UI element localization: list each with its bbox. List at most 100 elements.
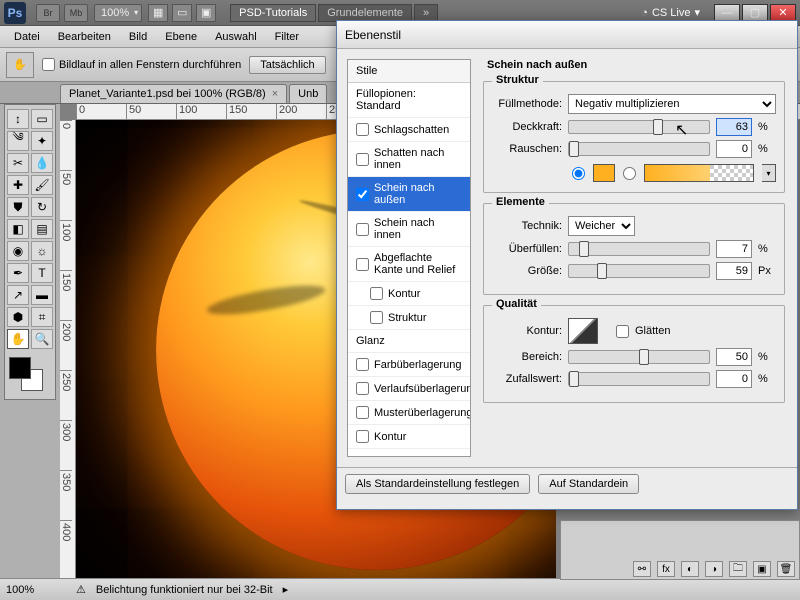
style-item-muster-berlagerung[interactable]: Musterüberlagerung	[348, 401, 470, 425]
menu-bild[interactable]: Bild	[121, 28, 155, 46]
foreground-color[interactable]	[9, 357, 31, 379]
style-checkbox[interactable]	[370, 311, 383, 324]
spread-input[interactable]	[716, 240, 752, 258]
close-button[interactable]: ✕	[770, 4, 796, 22]
style-item-schein-nach-innen[interactable]: Schein nach innen	[348, 212, 470, 247]
adjustment-icon[interactable]: ◑	[705, 561, 723, 577]
contour-picker[interactable]	[568, 318, 598, 344]
style-checkbox[interactable]	[356, 258, 369, 271]
workspace-more[interactable]: »	[414, 4, 438, 22]
style-item-kontur[interactable]: Kontur	[348, 425, 470, 449]
status-zoom[interactable]: 100%	[6, 584, 66, 596]
technique-select[interactable]: Weicher	[568, 216, 635, 236]
view-grid-icon[interactable]: ▦	[148, 4, 168, 22]
style-item-schlagschatten[interactable]: Schlagschatten	[348, 118, 470, 142]
status-arrow-icon[interactable]: ▸	[283, 583, 289, 596]
style-checkbox[interactable]	[356, 153, 369, 166]
minibridge-chip[interactable]: Mb	[64, 4, 88, 22]
menu-ebene[interactable]: Ebene	[157, 28, 205, 46]
3d-tool[interactable]: ⬢	[7, 307, 29, 327]
gradient-tool[interactable]: ▤	[31, 219, 53, 239]
path-tool[interactable]: ↗	[7, 285, 29, 305]
menu-datei[interactable]: Datei	[6, 28, 48, 46]
gradient-dropdown[interactable]: ▾	[762, 164, 776, 182]
history-brush-tool[interactable]: ↻	[31, 197, 53, 217]
marquee-tool[interactable]: ▭	[31, 109, 53, 129]
solid-color-radio[interactable]	[572, 167, 585, 180]
size-slider[interactable]	[568, 264, 710, 278]
gradient-radio[interactable]	[623, 167, 636, 180]
hand-tool[interactable]: ✋	[7, 329, 29, 349]
gamut-icon[interactable]: ⚠	[76, 583, 86, 596]
blur-tool[interactable]: ◉	[7, 241, 29, 261]
make-default-button[interactable]: Als Standardeinstellung festlegen	[345, 474, 530, 494]
eraser-tool[interactable]: ◧	[7, 219, 29, 239]
pen-tool[interactable]: ✒	[7, 263, 29, 283]
cslive-button[interactable]: ◔ CS Live ▾	[635, 6, 706, 19]
noise-input[interactable]	[716, 140, 752, 158]
style-item-abgeflachte-kante-und-relief[interactable]: Abgeflachte Kante und Relief	[348, 247, 470, 282]
style-checkbox[interactable]	[370, 287, 383, 300]
lasso-tool[interactable]: ༄	[7, 131, 29, 151]
link-icon[interactable]: ⚯	[633, 561, 651, 577]
view-extras-icon[interactable]: ▭	[172, 4, 192, 22]
style-checkbox[interactable]	[356, 382, 369, 395]
screen-mode-icon[interactable]: ▣	[196, 4, 216, 22]
reset-default-button[interactable]: Auf Standardein	[538, 474, 639, 494]
blendmode-select[interactable]: Negativ multiplizieren	[568, 94, 776, 114]
dodge-tool[interactable]: ☼	[31, 241, 53, 261]
heal-tool[interactable]: ✚	[7, 175, 29, 195]
style-item-schatten-nach-innen[interactable]: Schatten nach innen	[348, 142, 470, 177]
maximize-button[interactable]: ▢	[742, 4, 768, 22]
menu-auswahl[interactable]: Auswahl	[207, 28, 265, 46]
style-checkbox[interactable]	[356, 406, 369, 419]
new-layer-icon[interactable]: ▣	[753, 561, 771, 577]
glow-color-swatch[interactable]	[593, 164, 615, 182]
folder-icon[interactable]: 🗀	[729, 561, 747, 577]
eyedropper-tool[interactable]: 💧	[31, 153, 53, 173]
jitter-input[interactable]	[716, 370, 752, 388]
hand-tool-preview[interactable]: ✋	[6, 52, 34, 78]
menu-filter[interactable]: Filter	[267, 28, 307, 46]
range-slider[interactable]	[568, 350, 710, 364]
style-checkbox[interactable]	[356, 123, 369, 136]
menu-bearbeiten[interactable]: Bearbeiten	[50, 28, 119, 46]
jitter-slider[interactable]	[568, 372, 710, 386]
style-list-header[interactable]: Stile	[348, 60, 470, 83]
style-checkbox[interactable]	[356, 223, 369, 236]
workspace-tab-tutorials[interactable]: PSD-Tutorials	[230, 4, 316, 22]
camera-tool[interactable]: ⌗	[31, 307, 53, 327]
spread-slider[interactable]	[568, 242, 710, 256]
blending-options-item[interactable]: Füllopionen: Standard	[348, 83, 470, 118]
mask-icon[interactable]: ◐	[681, 561, 699, 577]
style-item-glanz[interactable]: Glanz	[348, 330, 470, 353]
document-tab-2[interactable]: Unb	[289, 84, 327, 103]
style-item-schein-nach-au-en[interactable]: Schein nach außen	[348, 177, 470, 212]
fx-icon[interactable]: fx	[657, 561, 675, 577]
style-item-farb-berlagerung[interactable]: Farbüberlagerung	[348, 353, 470, 377]
style-item-struktur[interactable]: Struktur	[348, 306, 470, 330]
style-item-verlaufs-berlagerung[interactable]: Verlaufsüberlagerung	[348, 377, 470, 401]
shape-tool[interactable]: ▬	[31, 285, 53, 305]
type-tool[interactable]: T	[31, 263, 53, 283]
antialias-checkbox[interactable]	[616, 325, 629, 338]
opacity-input[interactable]	[716, 118, 752, 136]
opacity-slider[interactable]	[568, 120, 710, 134]
document-tab-1[interactable]: Planet_Variante1.psd bei 100% (RGB/8) ×	[60, 84, 287, 103]
workspace-tab-grundelemente[interactable]: Grundelemente	[318, 4, 412, 22]
minimize-button[interactable]: —	[714, 4, 740, 22]
noise-slider[interactable]	[568, 142, 710, 156]
brush-tool[interactable]: 🖌	[31, 175, 53, 195]
trash-icon[interactable]: 🗑	[777, 561, 795, 577]
zoom-dropdown[interactable]: 100%	[94, 4, 142, 22]
bridge-chip[interactable]: Br	[36, 4, 60, 22]
range-input[interactable]	[716, 348, 752, 366]
style-checkbox[interactable]	[356, 188, 369, 201]
actual-pixels-button[interactable]: Tatsächlich	[249, 56, 325, 74]
close-icon[interactable]: ×	[272, 88, 278, 100]
gradient-preview[interactable]	[644, 164, 754, 182]
size-input[interactable]	[716, 262, 752, 280]
crop-tool[interactable]: ✂	[7, 153, 29, 173]
style-checkbox[interactable]	[356, 430, 369, 443]
wand-tool[interactable]: ✦	[31, 131, 53, 151]
